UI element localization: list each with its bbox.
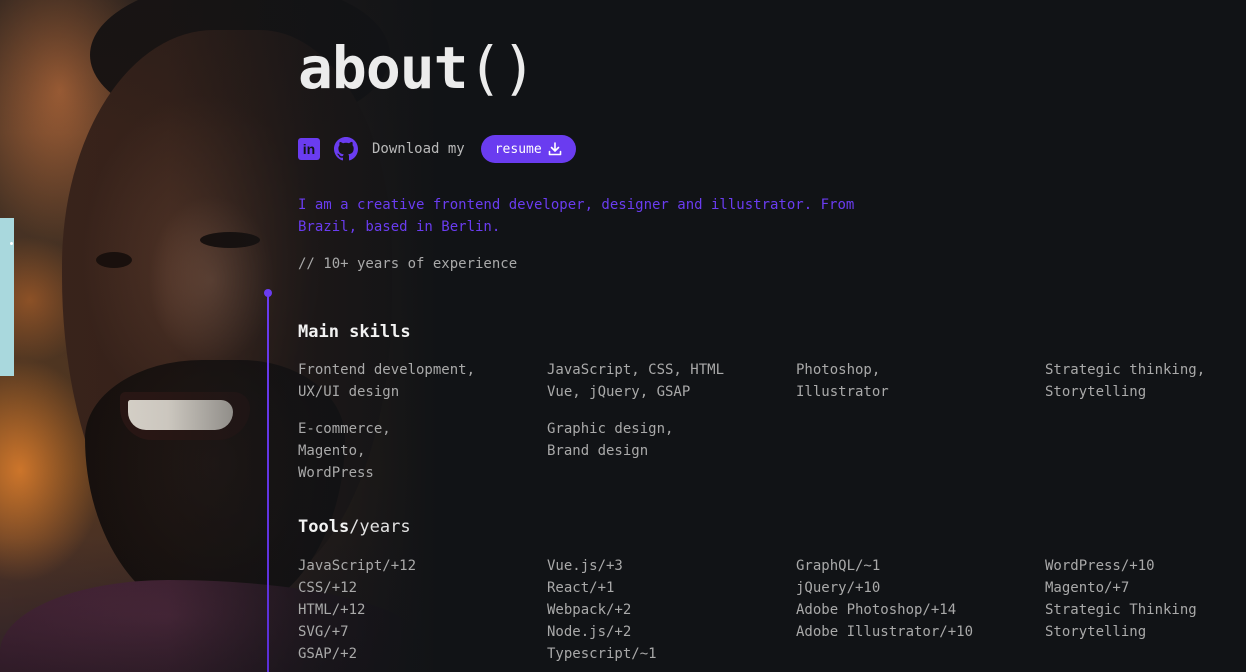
- tool-item: SVG/+7: [298, 624, 349, 640]
- tool-item: CSS/+12: [298, 580, 358, 596]
- tool-item: WordPress/+10: [1045, 558, 1155, 574]
- download-label: Download my: [372, 141, 465, 157]
- tool-item: Strategic Thinking: [1045, 602, 1197, 618]
- tool-item: jQuery/+10: [796, 580, 881, 596]
- download-icon: [548, 142, 561, 156]
- resume-label: resume: [494, 141, 542, 157]
- tool-item: Adobe Photoshop/+14: [796, 602, 957, 618]
- github-icon[interactable]: [334, 137, 358, 161]
- tools-column: GraphQL/~1 jQuery/+10 Adobe Photoshop/+1…: [796, 555, 1036, 643]
- main-skills-heading: Main skills: [298, 322, 411, 342]
- intro-text: I am a creative frontend developer, desi…: [298, 197, 855, 235]
- tools-heading: Tools/years: [298, 517, 411, 537]
- tool-item: Vue.js/+3: [547, 558, 623, 574]
- tool-item: GSAP/+2: [298, 646, 358, 662]
- linkedin-icon[interactable]: in: [298, 138, 320, 160]
- social-row: in Download my resume: [298, 134, 576, 164]
- tool-item: Typescript/~1: [547, 646, 657, 662]
- tool-item: Node.js/+2: [547, 624, 632, 640]
- tool-item: Webpack/+2: [547, 602, 632, 618]
- tool-item: Adobe Illustrator/+10: [796, 624, 974, 640]
- tools-column: Vue.js/+3 React/+1 Webpack/+2 Node.js/+2…: [547, 555, 787, 665]
- tool-item: HTML/+12: [298, 602, 366, 618]
- tools-column: WordPress/+10 Magento/+7 Strategic Think…: [1045, 555, 1246, 643]
- skill-item: Frontend development, UX/UI design: [298, 362, 476, 400]
- tools-column: JavaScript/+12 CSS/+12 HTML/+12 SVG/+7 G…: [298, 555, 538, 665]
- skill-item: Photoshop, Illustrator: [796, 362, 889, 400]
- skill-item: JavaScript, CSS, HTML Vue, jQuery, GSAP: [547, 362, 725, 400]
- about-content: about() in Download my resume I am a cre…: [298, 0, 1238, 672]
- experience-comment: // 10+ years of experience: [298, 256, 518, 272]
- timeline-dot: [264, 289, 272, 297]
- about-page: about() in Download my resume I am a cre…: [0, 0, 1246, 672]
- skill-item: Graphic design, Brand design: [547, 421, 674, 459]
- skill-item: Strategic thinking, Storytelling: [1045, 362, 1206, 400]
- skill-item: E-commerce, Magento, WordPress: [298, 421, 391, 481]
- timeline-line: [267, 293, 269, 672]
- tool-item: Storytelling: [1045, 624, 1147, 640]
- tool-item: React/+1: [547, 580, 615, 596]
- page-title: about(): [298, 34, 536, 102]
- resume-download-button[interactable]: resume: [480, 135, 576, 163]
- tool-item: Magento/+7: [1045, 580, 1130, 596]
- tool-item: JavaScript/+12: [298, 558, 417, 574]
- tool-item: GraphQL/~1: [796, 558, 881, 574]
- side-tab[interactable]: [0, 218, 14, 376]
